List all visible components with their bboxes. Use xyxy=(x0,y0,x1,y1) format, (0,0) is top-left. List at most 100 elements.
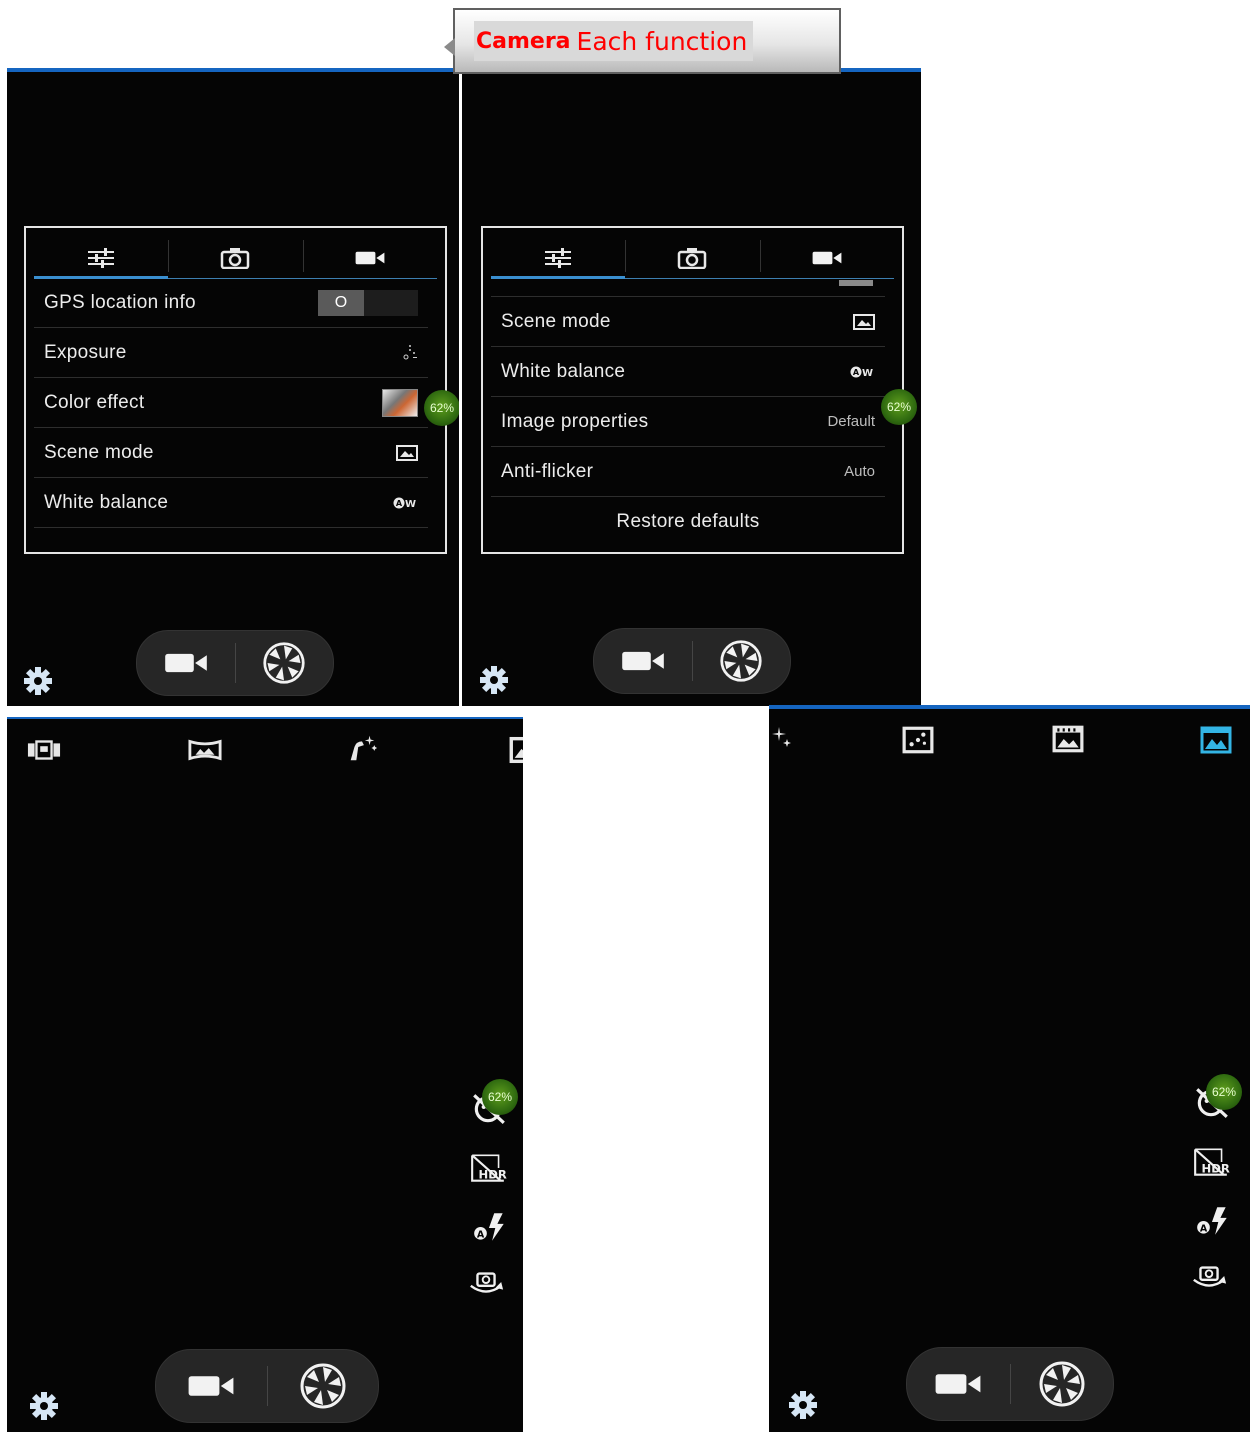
settings-popup: Scene mode White balance Image propertie… xyxy=(481,226,904,554)
partially-scrolled-row xyxy=(491,280,885,297)
setting-label: Scene mode xyxy=(44,441,154,463)
settings-list: Scene mode White balance Image propertie… xyxy=(491,280,885,547)
setting-exposure[interactable]: Exposure xyxy=(34,328,428,378)
battery-badge: 62% xyxy=(881,389,917,425)
scrolled-thumbnail xyxy=(839,280,873,286)
callout-label: Camera Each function xyxy=(474,21,754,61)
gear-icon[interactable] xyxy=(29,1391,59,1421)
capture-controls xyxy=(906,1347,1114,1421)
setting-label: GPS location info xyxy=(44,291,196,313)
shutter-icon xyxy=(299,1362,347,1410)
camera-icon xyxy=(220,247,250,269)
setting-label: Image properties xyxy=(501,410,649,432)
setting-scene-mode[interactable]: Scene mode xyxy=(34,428,428,478)
video-record-button[interactable] xyxy=(137,631,235,695)
multi-angle-icon[interactable] xyxy=(27,735,61,765)
restore-defaults-button[interactable]: Restore defaults xyxy=(491,497,885,547)
video-record-button[interactable] xyxy=(907,1348,1010,1420)
gear-icon[interactable] xyxy=(479,665,509,695)
shutter-button[interactable] xyxy=(236,631,334,695)
battery-badge: 62% xyxy=(424,390,459,426)
sparkle-icon[interactable] xyxy=(769,725,793,749)
top-accent-line xyxy=(7,68,459,72)
callout-pointer xyxy=(444,38,455,56)
switch-camera-icon[interactable] xyxy=(467,1266,505,1300)
setting-label: Anti-flicker xyxy=(501,460,594,482)
camera-settings-screen-2: Scene mode White balance Image propertie… xyxy=(462,68,921,706)
video-record-icon xyxy=(620,648,666,674)
setting-label: Scene mode xyxy=(501,310,611,332)
shutter-button[interactable] xyxy=(268,1350,379,1422)
battery-badge: 62% xyxy=(1206,1074,1242,1110)
top-accent-line xyxy=(7,717,523,719)
video-record-icon xyxy=(163,650,209,676)
shutter-icon xyxy=(262,641,306,685)
setting-label: Color effect xyxy=(44,391,145,413)
camera-icon xyxy=(677,247,707,269)
setting-white-balance[interactable]: White balance xyxy=(34,478,428,528)
setting-label: Exposure xyxy=(44,341,127,363)
callout-rest-text: Each function xyxy=(576,26,748,56)
flash-auto-icon[interactable] xyxy=(1194,1204,1232,1238)
shutter-button[interactable] xyxy=(693,629,791,693)
setting-image-properties[interactable]: Image properties Default xyxy=(491,397,885,447)
switch-camera-icon[interactable] xyxy=(1190,1260,1228,1294)
flash-auto-icon[interactable] xyxy=(471,1210,509,1244)
tab-video-settings[interactable] xyxy=(302,238,437,278)
settings-list: GPS location info O Exposure Color effec… xyxy=(34,278,428,528)
camera-viewfinder-screen-1: 62% xyxy=(7,717,523,1432)
battery-badge: 62% xyxy=(482,1079,518,1115)
scene-icon xyxy=(396,445,418,461)
picture-mode-icon xyxy=(1200,726,1232,754)
settings-popup: GPS location info O Exposure Color effec… xyxy=(24,226,447,554)
setting-anti-flicker[interactable]: Anti-flicker Auto xyxy=(491,447,885,497)
gps-toggle[interactable]: O xyxy=(318,289,418,316)
color-effect-thumbnail xyxy=(382,388,418,417)
tab-camera-settings[interactable] xyxy=(168,238,302,278)
capture-controls xyxy=(593,628,791,694)
setting-value: Default xyxy=(827,413,875,430)
hdr-off-icon[interactable] xyxy=(1192,1145,1230,1179)
restore-defaults-label: Restore defaults xyxy=(616,511,760,532)
motion-track-icon[interactable] xyxy=(1052,725,1084,753)
live-photo-icon[interactable] xyxy=(902,726,934,754)
video-icon xyxy=(354,249,386,267)
setting-scene-mode[interactable]: Scene mode xyxy=(491,297,885,347)
exposure-icon xyxy=(402,344,418,362)
gear-icon[interactable] xyxy=(23,666,53,696)
setting-value: Auto xyxy=(844,463,875,480)
shutter-icon xyxy=(1038,1360,1086,1408)
video-record-button[interactable] xyxy=(156,1350,267,1422)
setting-label: White balance xyxy=(44,491,169,513)
picture-icon[interactable] xyxy=(509,735,523,765)
shutter-button[interactable] xyxy=(1011,1348,1114,1420)
setting-white-balance[interactable]: White balance xyxy=(491,347,885,397)
white-balance-auto-icon xyxy=(849,365,875,379)
video-record-button[interactable] xyxy=(594,629,692,693)
scene-icon xyxy=(853,314,875,330)
toggle-knob: O xyxy=(318,289,364,316)
tab-video-settings[interactable] xyxy=(759,238,894,278)
settings-tabbar xyxy=(491,238,894,279)
sliders-icon xyxy=(543,246,573,270)
setting-gps-location[interactable]: GPS location info O xyxy=(34,278,428,328)
panorama-icon[interactable] xyxy=(188,735,222,765)
tab-general-settings[interactable] xyxy=(34,238,169,279)
gear-icon[interactable] xyxy=(788,1390,818,1420)
top-accent-line xyxy=(769,705,1250,709)
video-icon xyxy=(811,249,843,267)
white-balance-auto-icon xyxy=(392,496,418,510)
hdr-off-icon[interactable] xyxy=(469,1151,507,1185)
setting-color-effect[interactable]: Color effect xyxy=(34,378,428,428)
capture-controls xyxy=(155,1349,379,1423)
video-record-icon xyxy=(186,1372,236,1400)
callout-banner: Camera Each function xyxy=(444,8,841,74)
camera-settings-screen-1: GPS location info O Exposure Color effec… xyxy=(7,68,459,706)
face-beauty-icon[interactable] xyxy=(345,733,379,763)
callout-bold-text: Camera xyxy=(476,28,571,54)
tab-camera-settings[interactable] xyxy=(625,238,759,278)
settings-tabbar xyxy=(34,238,437,279)
tab-general-settings[interactable] xyxy=(491,238,626,279)
capture-controls xyxy=(136,630,334,696)
picture-mode-button[interactable] xyxy=(1199,725,1233,755)
